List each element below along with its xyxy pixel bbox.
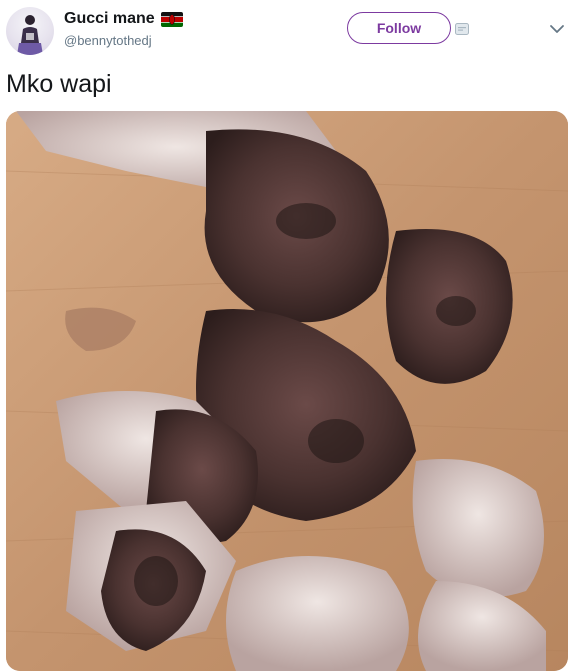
kenya-flag-icon — [160, 11, 183, 27]
tweet-text: Mko wapi — [6, 70, 112, 98]
display-name[interactable]: Gucci mane — [64, 10, 155, 28]
follow-button[interactable]: Follow — [347, 12, 451, 44]
chevron-down-icon[interactable] — [549, 23, 565, 35]
avatar[interactable] — [6, 7, 54, 55]
handle[interactable]: @bennytothedj — [64, 33, 152, 48]
translate-icon[interactable] — [455, 23, 469, 35]
tweet-photo[interactable] — [6, 111, 568, 671]
